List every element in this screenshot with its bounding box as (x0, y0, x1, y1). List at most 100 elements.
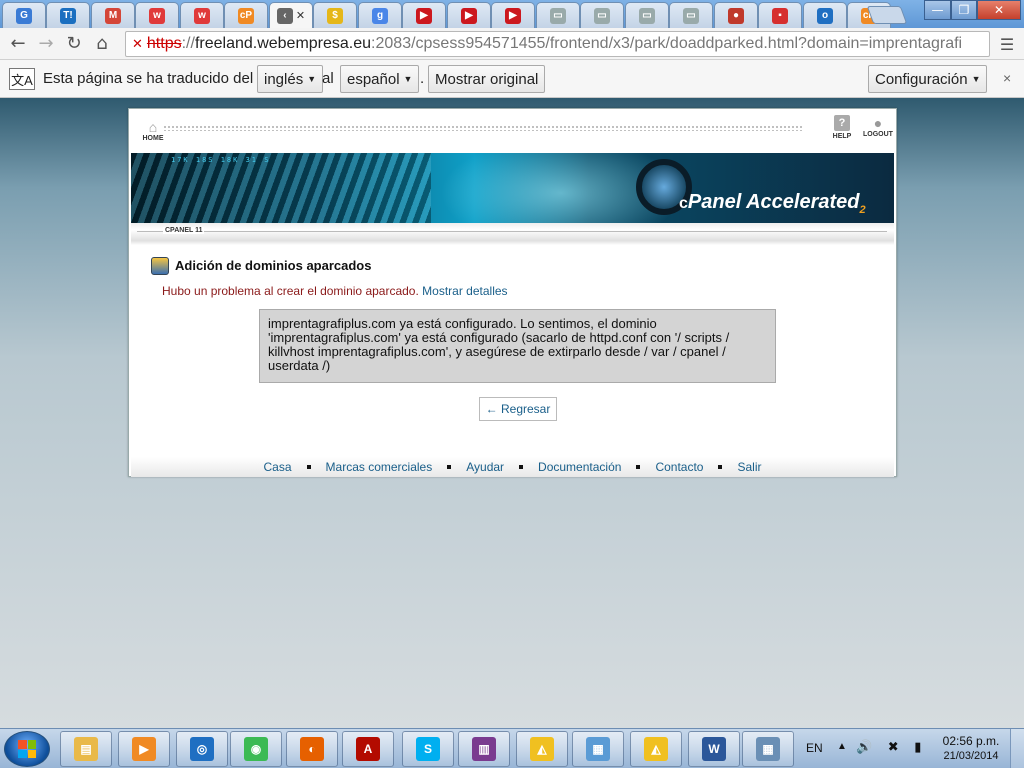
firefox-icon: ◐ (300, 737, 324, 761)
menu-icon[interactable]: ☰ (996, 33, 1018, 55)
youtube-icon: ▶ (505, 7, 521, 24)
t-icon: T! (60, 7, 76, 24)
browser-tab[interactable]: ▪ (758, 2, 802, 28)
browser-toolbar: ← → ↻ ⌂ ✕ https://freeland.webempresa.eu… (0, 28, 1024, 60)
browser-tab[interactable]: ● (714, 2, 758, 28)
close-tab-icon[interactable]: ✕ (296, 9, 305, 22)
page-icon: ▭ (594, 7, 610, 24)
taskbar-app[interactable]: ▦ (742, 731, 794, 767)
version-strip: CPANEL 11 (131, 223, 894, 245)
browser-tab[interactable]: G (2, 2, 46, 28)
browser-tab[interactable]: w (180, 2, 224, 28)
chevron-down-icon: ▼ (403, 74, 413, 84)
browser-tab[interactable]: ▭ (625, 2, 669, 28)
taskbar-app[interactable]: ◭ (516, 731, 568, 767)
calculator-icon: ▦ (756, 737, 780, 761)
forward-button[interactable]: → (32, 30, 60, 58)
footer-link[interactable]: Marcas comerciales (326, 460, 433, 474)
translate-al: al (322, 70, 334, 87)
user-icon: ● (873, 115, 883, 131)
language-indicator[interactable]: EN (806, 741, 823, 755)
windows-logo-icon (18, 740, 36, 758)
browser-tab[interactable]: ▭ (669, 2, 713, 28)
minimize-button[interactable]: — (924, 0, 951, 20)
close-window-button[interactable]: ✕ (977, 0, 1021, 20)
taskbar-app[interactable]: W (688, 731, 740, 767)
translate-icon: 文A (9, 68, 35, 90)
translate-settings-button[interactable]: Configuración ▼ (868, 65, 988, 93)
footer-link[interactable]: Documentación (538, 460, 621, 474)
help-link[interactable]: ? HELP (829, 115, 855, 140)
tray-icons[interactable]: 🔊 ✖ ▮ (856, 739, 927, 755)
footer-link[interactable]: Casa (264, 460, 292, 474)
taskbar-app[interactable]: ▤ (60, 731, 112, 767)
youtube-icon: ▶ (461, 7, 477, 24)
browser-tab[interactable]: w (135, 2, 179, 28)
footer-link[interactable]: Ayudar (466, 460, 504, 474)
browser-tab[interactable]: ▶ (447, 2, 491, 28)
show-desktop-button[interactable] (1010, 729, 1024, 768)
browser-tab[interactable]: ▭ (580, 2, 624, 28)
footer-separator (306, 465, 311, 469)
clock-date[interactable]: 21/03/2014 (938, 750, 1004, 762)
footer-separator (519, 465, 524, 469)
banner-ticker: 17K 18S 18K 31 S (171, 156, 271, 164)
footer-separator (636, 465, 641, 469)
taskbar-app[interactable]: ◎ (176, 731, 228, 767)
footer-link[interactable]: Contacto (655, 460, 703, 474)
browser-tab[interactable]: $ (313, 2, 357, 28)
source-language-select[interactable]: inglés ▼ (257, 65, 324, 93)
show-original-button[interactable]: Mostrar original (428, 65, 546, 93)
start-button[interactable] (4, 731, 50, 767)
skype-icon: S (416, 737, 440, 761)
taskbar-app[interactable]: ◐ (286, 731, 338, 767)
close-icon[interactable]: × (1003, 70, 1011, 86)
red-square-icon: ▪ (772, 7, 788, 24)
taskbar-app[interactable]: A (342, 731, 394, 767)
browser-tab[interactable]: M (91, 2, 135, 28)
home-link[interactable]: ⌂ HOME (139, 119, 167, 142)
help-icon: ? (834, 115, 850, 131)
address-bar[interactable]: ✕ https://freeland.webempresa.eu:2083/cp… (125, 31, 990, 57)
taskbar-app[interactable]: S (402, 731, 454, 767)
w-icon: w (194, 7, 210, 24)
translate-period: . (420, 70, 425, 87)
notepad-icon: ▦ (586, 737, 610, 761)
browser-tab[interactable]: ▶ (491, 2, 535, 28)
cpanel-frame: ⌂ HOME ? HELP ● LOGOUT 17K 18S 18K 31 S … (128, 108, 897, 477)
browser-tab[interactable]: g (358, 2, 402, 28)
browser-tab[interactable]: ‹ ✕ (269, 2, 313, 28)
paint-icon: ◭ (530, 737, 554, 761)
new-tab-button[interactable] (866, 6, 908, 24)
word-icon: W (702, 737, 726, 761)
target-language-select[interactable]: español ▼ (340, 65, 420, 93)
outlook-icon: o (817, 7, 833, 24)
browser-tab[interactable]: cP (224, 2, 268, 28)
back-link-button[interactable]: ← Regresar (479, 397, 557, 421)
footer-link[interactable]: Salir (737, 460, 761, 474)
taskbar-app[interactable]: ▥ (458, 731, 510, 767)
home-button[interactable]: ⌂ (88, 30, 116, 58)
home-icon: ⌂ (148, 119, 158, 135)
back-button[interactable]: ← (4, 30, 32, 58)
taskbar-app[interactable]: ▶ (118, 731, 170, 767)
maximize-button[interactable]: ❐ (951, 0, 977, 20)
logout-link[interactable]: ● LOGOUT (861, 115, 895, 138)
show-details-link[interactable]: Mostrar detalles (422, 284, 507, 298)
browser-tab[interactable]: ▶ (402, 2, 446, 28)
cpanel-logo: cPanel Accelerated2 (679, 191, 866, 216)
browser-tab[interactable]: T! (46, 2, 90, 28)
page-title: Adición de dominios aparcados (175, 258, 372, 273)
clock-time[interactable]: 02:56 p.m. (938, 734, 1004, 748)
file-explorer-icon: ▤ (74, 737, 98, 761)
cpanel-banner: 17K 18S 18K 31 S cPanel Accelerated2 (131, 153, 894, 223)
browser-tab[interactable]: o (803, 2, 847, 28)
taskbar-app[interactable]: ▦ (572, 731, 624, 767)
browser-tab[interactable]: ▭ (536, 2, 580, 28)
url-path: :2083/cpsess954571455/frontend/x3/park/d… (371, 35, 963, 52)
reload-button[interactable]: ↻ (60, 30, 88, 58)
taskbar-app[interactable]: ◉ (230, 731, 282, 767)
taskbar-app[interactable]: ◭ (630, 731, 682, 767)
show-hidden-icons[interactable]: ▲ (837, 741, 847, 752)
page-icon: ▭ (550, 7, 566, 24)
